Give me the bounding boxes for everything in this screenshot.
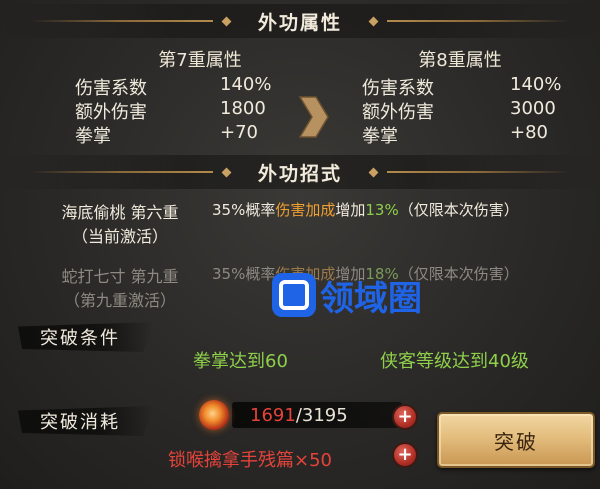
stat-value: 1800 xyxy=(220,98,266,119)
stat-value: +80 xyxy=(510,122,548,143)
skill-name: 海底偷桃 第六重 xyxy=(61,203,179,222)
diamond-ornament-icon xyxy=(221,167,232,177)
skill-2: 蛇打七寸 第九重 （第九重激活） xyxy=(30,265,210,313)
outer-moves-header: 外功招式 xyxy=(30,155,571,189)
condition-item: 拳掌达到60 xyxy=(193,351,288,372)
desc-text: （仅限本次伤害） xyxy=(398,201,519,219)
stat-value: 140% xyxy=(220,74,272,95)
cost-total: /3195 xyxy=(295,405,348,426)
skill-1: 海底偷桃 第六重 （当前激活） xyxy=(30,201,210,249)
stat-name: 拳掌 xyxy=(362,126,398,147)
stat-name: 伤害系数 xyxy=(362,78,434,99)
stat-name: 伤害系数 xyxy=(75,78,147,99)
watermark-logo-icon xyxy=(272,273,316,317)
outer-attr-header: 外功属性 xyxy=(30,4,571,38)
skill-status: （当前激活） xyxy=(71,227,168,246)
skill-name: 蛇打七寸 第九重 xyxy=(61,267,179,286)
stat-name: 额外伤害 xyxy=(362,102,434,123)
desc-text: 35%概率 xyxy=(212,265,276,283)
desc-percent: 13% xyxy=(365,201,399,219)
desc-text: 35%概率 xyxy=(212,201,276,219)
diamond-ornament-icon xyxy=(368,167,379,177)
stat-value: +70 xyxy=(220,122,258,143)
next-level-arrow-icon xyxy=(298,96,329,138)
divider-line xyxy=(30,20,213,22)
fire-orb-icon xyxy=(199,400,229,430)
add-item-button[interactable]: + xyxy=(392,442,418,468)
add-resource-button[interactable]: + xyxy=(392,404,418,430)
diamond-ornament-icon xyxy=(368,16,379,26)
cost-item: 锁喉擒拿手残篇×50 xyxy=(168,450,332,471)
current-level-title: 第7重属性 xyxy=(158,50,242,71)
conditions-label: 突破条件 xyxy=(18,322,154,352)
breakthrough-button[interactable]: 突破 xyxy=(437,412,595,468)
next-stat-row: 额外伤害 3000 xyxy=(362,98,572,123)
next-level-title: 第8重属性 xyxy=(418,50,502,71)
desc-highlight: 伤害加成 xyxy=(275,201,336,219)
current-stat-row: 拳掌 +70 xyxy=(75,122,275,147)
skill-status: （第九重激活） xyxy=(63,291,176,310)
watermark: 领域圈 xyxy=(272,270,422,320)
outer-moves-title: 外功招式 xyxy=(258,162,343,185)
desc-text: 增加 xyxy=(335,201,366,219)
watermark-text: 领域圈 xyxy=(320,278,422,319)
skill-1-description: 35%概率伤害加成增加13%（仅限本次伤害） xyxy=(212,200,587,221)
outer-attr-title: 外功属性 xyxy=(258,11,343,34)
divider-line xyxy=(387,20,571,22)
stat-value: 3000 xyxy=(510,98,556,119)
stat-name: 额外伤害 xyxy=(75,102,147,123)
next-stat-row: 伤害系数 140% xyxy=(362,74,572,99)
divider-line xyxy=(387,171,571,173)
cost-label: 突破消耗 xyxy=(18,406,154,436)
diamond-ornament-icon xyxy=(221,16,232,26)
cost-amount: 1691/3195 xyxy=(250,405,348,426)
divider-line xyxy=(30,171,213,173)
stat-value: 140% xyxy=(510,74,562,95)
current-stat-row: 额外伤害 1800 xyxy=(75,98,275,123)
next-stat-row: 拳掌 +80 xyxy=(362,122,572,147)
cost-current: 1691 xyxy=(250,405,296,426)
current-stat-row: 伤害系数 140% xyxy=(75,74,275,99)
condition-item: 侠客等级达到40级 xyxy=(380,351,529,372)
stat-name: 拳掌 xyxy=(75,126,111,147)
